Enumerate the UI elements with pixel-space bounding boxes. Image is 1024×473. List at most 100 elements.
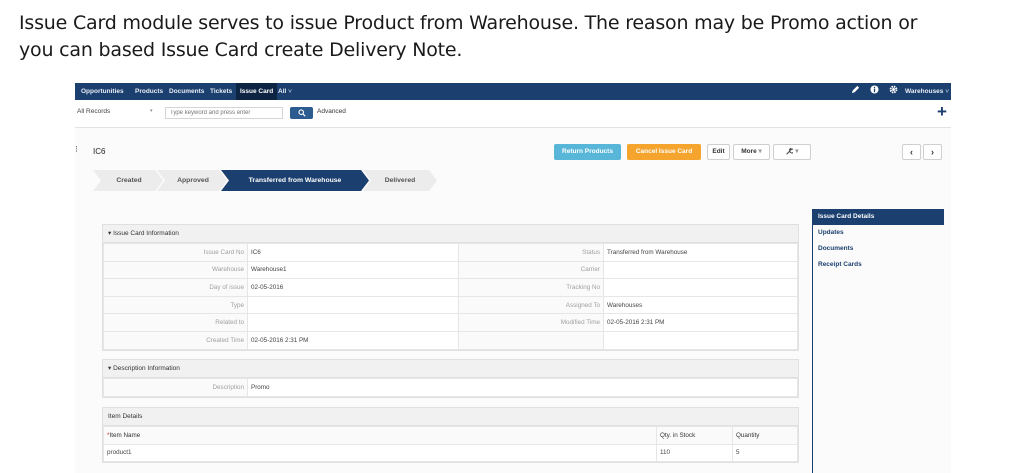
item-details-table: *Item Name Qty. in Stock Quantity produc…: [103, 426, 798, 463]
table-row: Created Time 02-05-2016 2:31 PM: [103, 330, 798, 350]
field-value[interactable]: [247, 313, 459, 332]
gear-icon[interactable]: [886, 85, 900, 98]
field-value[interactable]: Promo: [247, 378, 798, 397]
column-header-item-name-label: Item Name: [109, 431, 141, 439]
sidebar-item-updates[interactable]: Updates: [812, 225, 944, 241]
block-header-item-details: Item Details: [103, 408, 798, 426]
next-record-button[interactable]: ›: [923, 144, 942, 160]
qty-in-stock-cell: 110: [656, 443, 733, 463]
step-delivered[interactable]: Delivered: [367, 170, 433, 191]
nav-item-documents[interactable]: Documents: [165, 83, 208, 100]
sidebar-item-documents[interactable]: Documents: [812, 241, 944, 257]
column-header-qty-in-stock: Qty. in Stock: [656, 426, 733, 445]
top-navigation: Opportunities Products Documents Tickets…: [75, 83, 951, 100]
field-label: Day of issue: [103, 278, 248, 297]
chevron-down-icon[interactable]: ▾: [150, 108, 153, 114]
step-approved[interactable]: Approved: [161, 170, 225, 191]
search-button[interactable]: [290, 107, 313, 119]
item-details-block: Item Details *Item Name Qty. in Stock Qu…: [102, 407, 799, 464]
records-select[interactable]: All Records: [77, 108, 110, 115]
issue-card-information-table: Issue Card No IC6 Status Transferred fro…: [103, 243, 798, 350]
description-information-block: ▾ Description Information Description Pr…: [102, 359, 799, 398]
field-value[interactable]: IC6: [247, 243, 459, 262]
chevron-down-icon: ˅: [288, 88, 292, 95]
column-header-item-name: *Item Name: [103, 426, 657, 445]
cancel-issue-card-button[interactable]: Cancel Issue Card: [627, 144, 701, 160]
table-row: Description Promo: [103, 378, 798, 397]
field-value[interactable]: [247, 295, 459, 315]
field-label: Type: [103, 295, 248, 315]
field-value[interactable]: [603, 278, 798, 297]
sidebar-item-issue-card-details[interactable]: Issue Card Details: [812, 209, 944, 225]
nav-warehouses-menu[interactable]: Warehouses ˅: [901, 83, 951, 100]
edit-button[interactable]: Edit: [707, 144, 730, 160]
field-value[interactable]: 02-05-2016 2:31 PM: [247, 330, 459, 350]
return-products-button[interactable]: Return Products: [554, 144, 621, 160]
nav-item-issue-card[interactable]: Issue Card: [236, 83, 278, 100]
pencil-icon[interactable]: [848, 85, 862, 98]
search-input[interactable]: [165, 107, 283, 119]
field-value[interactable]: [603, 330, 798, 350]
table-header-row: *Item Name Qty. in Stock Quantity: [103, 426, 798, 445]
more-button[interactable]: More ▾: [733, 144, 770, 160]
step-created[interactable]: Created: [97, 170, 161, 191]
field-value[interactable]: Warehouse1: [247, 260, 459, 280]
field-label: [458, 330, 604, 350]
field-label: Modified Time: [458, 313, 604, 332]
chevron-down-icon: ˅: [945, 88, 950, 95]
field-value[interactable]: 02-05-2016: [247, 278, 459, 297]
record-title: IC6: [93, 147, 106, 156]
table-row: product1 110 5: [103, 443, 798, 463]
intro-text: Issue Card module serves to issue Produc…: [19, 10, 1009, 64]
description-table: Description Promo: [103, 378, 798, 397]
chevron-down-icon: ▾: [758, 148, 762, 155]
nav-item-all[interactable]: All ˅: [274, 83, 296, 100]
nav-item-tickets[interactable]: Tickets: [206, 83, 236, 100]
more-label: More: [741, 148, 757, 155]
table-row: Issue Card No IC6 Status Transferred fro…: [103, 243, 798, 262]
nav-warehouses-label: Warehouses: [905, 88, 944, 95]
table-row: Day of issue 02-05-2016 Tracking No: [103, 278, 798, 297]
table-row: Related to Modified Time 02-05-2016 2:31…: [103, 313, 798, 332]
item-name-cell[interactable]: product1: [103, 443, 657, 463]
quantity-cell[interactable]: 5: [732, 443, 798, 463]
tools-button[interactable]: ▾: [773, 144, 811, 160]
search-icon: [297, 109, 306, 117]
field-value[interactable]: 02-05-2016 2:31 PM: [603, 313, 798, 332]
search-bar: All Records ▾ Advanced +: [75, 100, 951, 128]
field-label: Related to: [103, 313, 248, 332]
field-value[interactable]: Transferred from Warehouse: [603, 243, 798, 262]
column-header-quantity: Quantity: [732, 426, 798, 445]
drag-handle-icon[interactable]: ⁝: [75, 144, 78, 155]
related-sidebar: Issue Card Details Updates Documents Rec…: [812, 209, 944, 273]
add-record-icon[interactable]: +: [937, 103, 947, 121]
wrench-icon: [786, 147, 795, 155]
table-row: Warehouse Warehouse1 Carrier: [103, 260, 798, 280]
field-value[interactable]: [603, 260, 798, 280]
field-value[interactable]: Warehouses: [603, 295, 798, 315]
nav-item-opportunities[interactable]: Opportunities: [77, 83, 128, 100]
chevron-down-icon: ▾: [795, 148, 799, 155]
sidebar-item-receipt-cards[interactable]: Receipt Cards: [812, 257, 944, 273]
intro-line-2: you can based Issue Card create Delivery…: [19, 39, 463, 61]
table-row: Type Assigned To Warehouses: [103, 295, 798, 315]
nav-item-all-label: All: [278, 88, 287, 95]
field-label: Created Time: [103, 330, 248, 350]
block-header-description-information[interactable]: ▾ Description Information: [103, 360, 798, 378]
info-icon[interactable]: [867, 85, 881, 98]
field-label: Issue Card No: [103, 243, 248, 262]
field-label: Carrier: [458, 260, 604, 280]
block-header-issue-card-information[interactable]: ▾ Issue Card Information: [103, 225, 798, 243]
prev-record-button[interactable]: ‹: [902, 144, 921, 160]
step-transferred-from-warehouse[interactable]: Transferred from Warehouse: [225, 170, 365, 191]
field-label: Warehouse: [103, 260, 248, 280]
advanced-search-link[interactable]: Advanced: [317, 108, 346, 115]
screenshot-frame: Opportunities Products Documents Tickets…: [75, 83, 951, 473]
field-label: Description: [103, 378, 248, 397]
field-label: Tracking No: [458, 278, 604, 297]
field-label: Status: [458, 243, 604, 262]
field-label: Assigned To: [458, 295, 604, 315]
issue-card-information-block: ▾ Issue Card Information Issue Card No I…: [102, 224, 799, 351]
intro-line-1: Issue Card module serves to issue Produc…: [19, 12, 918, 34]
nav-item-products[interactable]: Products: [131, 83, 167, 100]
